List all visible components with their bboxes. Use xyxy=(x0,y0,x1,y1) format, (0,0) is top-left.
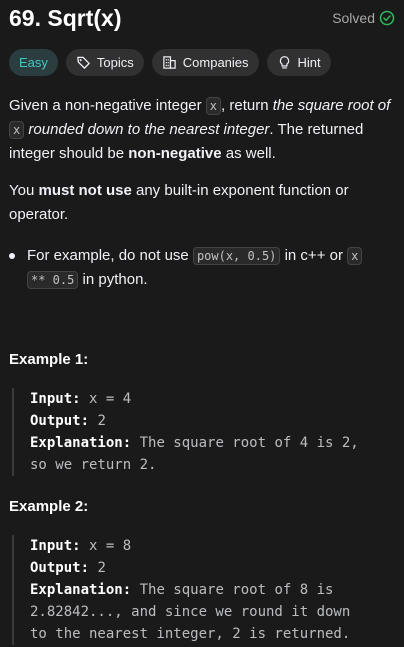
output-value: 2 xyxy=(89,560,106,576)
inline-code: x xyxy=(205,97,222,115)
problem-header: 69. Sqrt(x) Solved xyxy=(9,3,395,33)
solved-status: Solved xyxy=(332,8,395,28)
difficulty-badge: Easy xyxy=(9,49,58,76)
description-paragraph-1: Given a non-negative integer x, return t… xyxy=(9,94,395,166)
inline-code: ** 0.5 xyxy=(27,271,79,289)
desc-bold: non-negative xyxy=(128,145,222,162)
description-paragraph-2: You must not use any built-in exponent f… xyxy=(9,179,395,227)
input-label: Input: xyxy=(30,391,81,407)
problem-description: Given a non-negative integer x, return t… xyxy=(9,94,395,227)
desc-text: Given a non-negative integer xyxy=(9,97,206,114)
example-2-block: Input: x = 8 Output: 2 Explanation: The … xyxy=(12,535,396,645)
desc-bold: must not use xyxy=(38,182,132,199)
example-input: Input: x = 4 xyxy=(30,388,396,410)
check-circle-icon xyxy=(379,10,395,26)
explanation-label: Explanation: xyxy=(30,435,132,451)
inline-code: x xyxy=(9,121,25,139)
explanation-text: The square root of 4 is 2, xyxy=(131,435,359,451)
desc-text: as well. xyxy=(221,145,276,162)
tag-icon xyxy=(76,55,91,70)
example-1-block: Input: x = 4 Output: 2 Explanation: The … xyxy=(12,388,396,476)
example-explanation-cont: 2.82842..., and since we round it down xyxy=(30,604,351,620)
explanation-label: Explanation: xyxy=(30,582,132,598)
topics-button[interactable]: Topics xyxy=(65,49,144,76)
companies-button[interactable]: Companies xyxy=(151,49,259,76)
example-1-heading: Example 1: xyxy=(9,351,89,368)
desc-text: You xyxy=(9,182,39,199)
desc-text: in python. xyxy=(78,271,148,288)
building-icon xyxy=(162,55,177,70)
difficulty-label: Easy xyxy=(19,55,48,70)
tag-bar: Easy Topics Companies Hint xyxy=(9,49,331,76)
input-label: Input: xyxy=(30,538,81,554)
example-input: Input: x = 8 xyxy=(30,535,396,557)
desc-text: in c++ or xyxy=(280,247,348,264)
lightbulb-icon xyxy=(277,55,292,70)
desc-text: , return xyxy=(221,97,273,114)
desc-italic: the square root of xyxy=(272,97,391,114)
constraint-bullet: For example, do not use pow(x, 0.5) in c… xyxy=(9,244,395,292)
companies-label: Companies xyxy=(182,55,249,70)
bullet-dot xyxy=(9,253,15,259)
example-output: Output: 2 xyxy=(30,410,396,432)
input-value: x = 8 xyxy=(80,538,132,554)
hint-label: Hint xyxy=(297,55,321,70)
explanation-text: The square root of 8 is xyxy=(131,582,334,598)
inline-code: x xyxy=(347,247,363,265)
desc-italic: rounded down to the nearest integer xyxy=(24,121,270,138)
example-explanation-cont: so we return 2. xyxy=(30,457,157,473)
example-explanation: Explanation: The square root of 8 is xyxy=(30,579,396,601)
inline-code: pow(x, 0.5) xyxy=(192,247,281,265)
hint-button[interactable]: Hint xyxy=(266,49,331,76)
input-value: x = 4 xyxy=(80,391,132,407)
output-label: Output: xyxy=(30,413,90,429)
topics-label: Topics xyxy=(96,55,134,70)
example-2-heading: Example 2: xyxy=(9,498,89,515)
bullet-text: For example, do not use pow(x, 0.5) in c… xyxy=(27,244,395,292)
example-explanation: Explanation: The square root of 4 is 2, xyxy=(30,432,396,454)
problem-title: 69. Sqrt(x) xyxy=(9,5,122,31)
desc-text: For example, do not use xyxy=(27,247,193,264)
example-explanation-cont: to the nearest integer, 2 is returned. xyxy=(30,626,351,642)
solved-label: Solved xyxy=(332,10,375,26)
output-value: 2 xyxy=(89,413,106,429)
example-output: Output: 2 xyxy=(30,557,396,579)
output-label: Output: xyxy=(30,560,90,576)
